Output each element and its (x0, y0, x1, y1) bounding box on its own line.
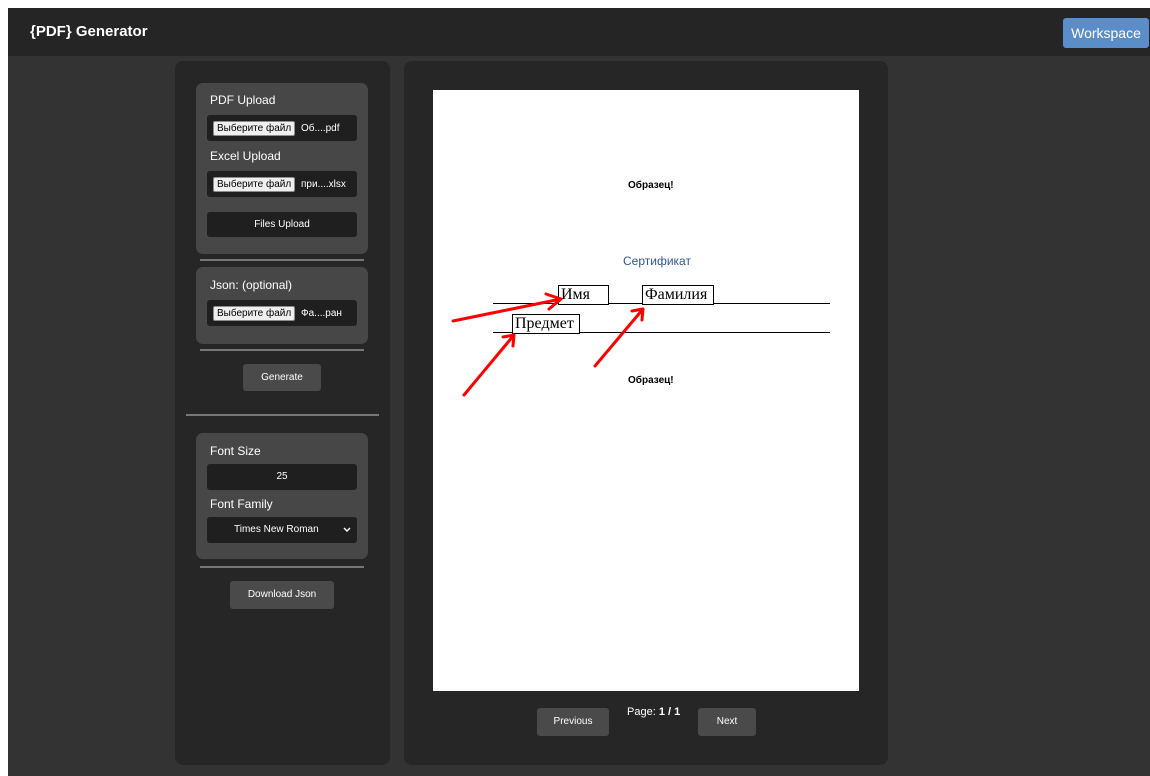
preview-panel: Образец! Сертификат Имя Фамилия Предмет … (404, 61, 888, 765)
upload-card: PDF Upload Выберите файл Об....pdf Excel… (196, 83, 368, 254)
json-file-name: Фа....ран (301, 308, 342, 319)
excel-choose-button[interactable]: Выберите файл (213, 177, 296, 192)
divider (200, 259, 364, 261)
brand-title: {PDF} Generator (30, 23, 148, 40)
font-family-select[interactable]: Times New Roman (207, 517, 357, 543)
generate-button[interactable]: Generate (243, 364, 321, 391)
font-size-input[interactable]: 25 (207, 464, 357, 490)
font-size-value: 25 (276, 471, 288, 482)
font-family-label: Font Family (210, 497, 273, 511)
download-json-button[interactable]: Download Json (230, 581, 334, 609)
previous-button[interactable]: Previous (537, 708, 609, 736)
page-prefix: Page: (627, 706, 656, 718)
files-upload-button[interactable]: Files Upload (207, 212, 357, 237)
divider (200, 349, 364, 351)
divider (200, 566, 364, 568)
font-family-value: Times New Roman (234, 524, 319, 535)
json-file-input[interactable]: Выберите файл Фа....ран (207, 300, 357, 326)
workspace-button[interactable]: Workspace (1063, 18, 1149, 48)
json-card: Json: (optional) Выберите файл Фа....ран (196, 267, 368, 344)
pdf-file-input[interactable]: Выберите файл Об....pdf (207, 115, 357, 141)
json-choose-button[interactable]: Выберите файл (213, 306, 296, 321)
excel-file-name: при....xlsx (301, 179, 346, 190)
font-size-label: Font Size (210, 444, 261, 458)
excel-upload-label: Excel Upload (210, 149, 281, 163)
top-bar: {PDF} Generator Workspace (8, 8, 1150, 56)
excel-file-input[interactable]: Выберите файл при....xlsx (207, 171, 357, 197)
font-card: Font Size 25 Font Family Times New Roman (196, 433, 368, 559)
json-label: Json: (optional) (210, 278, 293, 292)
pdf-file-name: Об....pdf (301, 123, 340, 134)
annotation-arrows (451, 292, 645, 397)
page-indicator: Page: 1 / 1 (627, 706, 680, 718)
app-window: {PDF} Generator Workspace PDF Upload Выб… (8, 8, 1150, 776)
pdf-choose-button[interactable]: Выберите файл (213, 121, 296, 136)
pdf-upload-label: PDF Upload (210, 93, 276, 107)
pdf-page-preview: Образец! Сертификат Имя Фамилия Предмет … (433, 90, 859, 691)
section-divider (186, 414, 379, 416)
control-panel: PDF Upload Выберите файл Об....pdf Excel… (175, 61, 390, 765)
chevron-down-icon (343, 517, 351, 554)
page-number: 1 / 1 (658, 706, 681, 718)
next-button[interactable]: Next (698, 708, 756, 736)
